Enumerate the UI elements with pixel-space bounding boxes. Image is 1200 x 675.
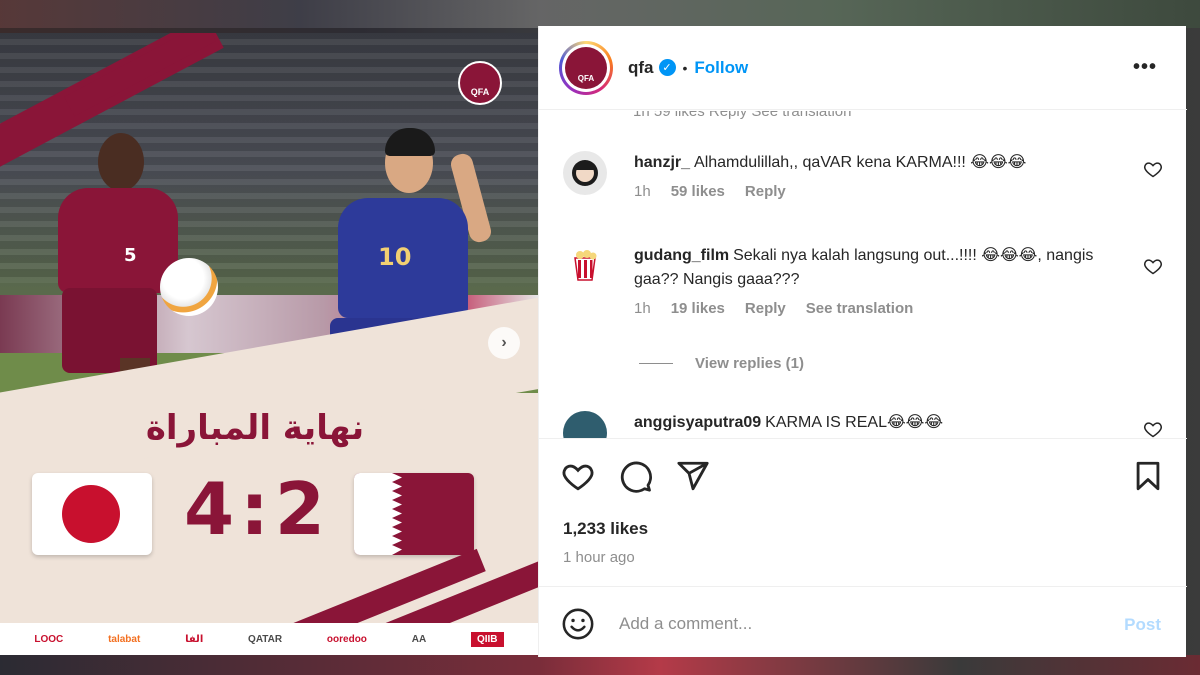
commenter-avatar[interactable] — [563, 151, 607, 195]
sponsor-bar: LOOC talabat الفا QATAR ooredoo AA QIIB — [0, 623, 538, 655]
more-options-icon[interactable]: ••• — [1133, 56, 1157, 79]
post-header: QFA qfa ✓ • Follow ••• — [539, 26, 1187, 110]
save-bookmark-icon[interactable] — [1131, 459, 1165, 493]
verified-badge-icon: ✓ — [658, 59, 676, 76]
qatar-flag — [354, 473, 474, 555]
comment-username[interactable]: hanzjr_ — [634, 154, 690, 171]
view-replies-button[interactable]: View replies (1) — [639, 355, 804, 372]
comment-text: KARMA IS REAL😂😂😂 — [765, 414, 944, 431]
comment-bubble-icon[interactable] — [619, 459, 653, 493]
comment-username[interactable]: gudang_film — [634, 247, 729, 264]
post-time: 1 hour ago — [563, 549, 635, 566]
emoji-icon[interactable] — [561, 607, 595, 641]
background-strip-bottom — [0, 655, 1200, 675]
comments-list[interactable]: 1h 59 likes Reply See translation hanzjr… — [539, 111, 1187, 438]
comment-input[interactable] — [619, 609, 1099, 639]
sponsor-logo: LOOC — [34, 633, 64, 645]
background-strip-top — [0, 0, 1200, 28]
post-image[interactable]: 5 10 10 QFA نهاية المباراة 4:2 › — [0, 33, 538, 655]
follow-button[interactable]: Follow — [694, 58, 748, 78]
commenter-avatar[interactable] — [563, 411, 607, 438]
comment-likes[interactable]: 59 likes — [671, 183, 725, 200]
reply-button[interactable]: Reply — [745, 183, 786, 200]
see-translation-button[interactable]: See translation — [806, 300, 914, 317]
qfa-badge: QFA — [458, 61, 502, 105]
profile-avatar[interactable]: QFA — [559, 40, 613, 95]
commenter-avatar[interactable] — [563, 244, 607, 288]
share-paper-plane-icon[interactable] — [676, 459, 710, 493]
view-replies-label: View replies (1) — [695, 355, 804, 372]
likes-count[interactable]: 1,233 likes — [563, 519, 648, 539]
separator-dot: • — [682, 59, 688, 76]
comment-time: 1h — [634, 183, 651, 200]
japan-flag — [32, 473, 152, 555]
sponsor-logo: QIIB — [470, 631, 504, 647]
sponsor-logo: ooredoo — [326, 633, 367, 645]
clipped-comment-meta: 1h 59 likes Reply See translation — [633, 111, 852, 120]
heart-icon[interactable] — [1143, 256, 1163, 276]
full-time-title: نهاية المباراة — [145, 408, 365, 448]
comment-likes[interactable]: 19 likes — [671, 300, 725, 317]
next-image-button[interactable]: › — [488, 327, 520, 359]
profile-username[interactable]: qfa — [628, 58, 654, 78]
sponsor-logo: AA — [411, 633, 427, 645]
heart-icon[interactable] — [1143, 159, 1163, 179]
post-button[interactable]: Post — [1124, 615, 1161, 635]
sponsor-logo: الفا — [185, 633, 204, 645]
heart-icon[interactable] — [1143, 419, 1163, 438]
result-panel: نهاية المباراة 4:2 — [0, 287, 538, 655]
qfa-logo: QFA — [565, 46, 607, 89]
sponsor-logo: talabat — [108, 633, 141, 645]
comment-composer: Post — [539, 586, 1187, 657]
match-score: 4:2 — [184, 467, 331, 551]
sponsor-logo: QATAR — [248, 633, 283, 645]
post-panel: QFA qfa ✓ • Follow ••• 1h 59 likes Reply… — [538, 26, 1187, 657]
like-heart-icon[interactable] — [561, 459, 595, 493]
comment-text: Alhamdulillah,, qaVAR kena KARMA!!! 😂😂😂 — [694, 154, 1027, 171]
comment-time: 1h — [634, 300, 651, 317]
football — [160, 258, 218, 316]
post-actions: 1,233 likes 1 hour ago — [539, 438, 1187, 586]
comment-username[interactable]: anggisyaputra09 — [634, 414, 761, 431]
reply-button[interactable]: Reply — [745, 300, 786, 317]
